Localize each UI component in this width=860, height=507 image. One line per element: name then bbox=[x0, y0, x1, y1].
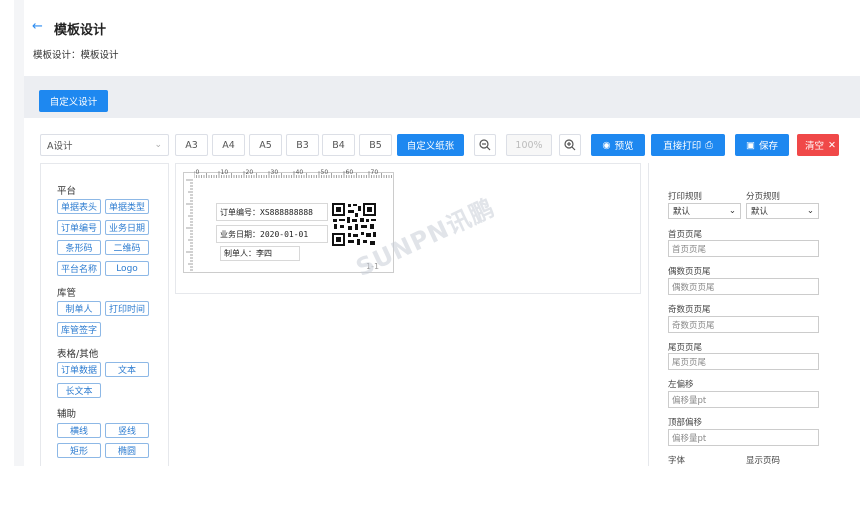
maker-field[interactable]: 制单人：李四 bbox=[220, 246, 300, 261]
group-title-warehouse: 库管 bbox=[57, 288, 77, 299]
top-offset-input[interactable]: 偏移量pt bbox=[668, 429, 819, 446]
chevron-down-icon: ⌄ bbox=[154, 140, 162, 150]
ruler-label: 70 bbox=[371, 169, 379, 176]
zoom-in-icon bbox=[564, 139, 576, 151]
left-offset-input[interactable]: 偏移量pt bbox=[668, 391, 819, 408]
print-rule-value: 默认 bbox=[673, 207, 691, 217]
tool-warehouse-signature[interactable]: 库管签字 bbox=[57, 322, 101, 337]
tool-business-date[interactable]: 业务日期 bbox=[105, 220, 149, 235]
first-page-footer-input[interactable]: 首页页尾 bbox=[668, 240, 819, 257]
chevron-down-icon: ⌄ bbox=[806, 206, 814, 216]
tool-rectangle[interactable]: 矩形 bbox=[57, 443, 101, 458]
clear-label: 清空 bbox=[805, 141, 825, 152]
order-number-field[interactable]: 订单编号：XS888888888 bbox=[216, 203, 328, 221]
action-band bbox=[24, 76, 860, 118]
tool-platform-name[interactable]: 平台名称 bbox=[57, 261, 101, 276]
direct-print-button[interactable]: 直接打印 ⎙ bbox=[651, 134, 725, 156]
paper-b4-button[interactable]: B4 bbox=[322, 134, 355, 156]
tool-maker[interactable]: 制单人 bbox=[57, 301, 101, 316]
left-strip bbox=[14, 0, 24, 466]
page-rule-select[interactable]: 默认 ⌄ bbox=[746, 203, 819, 219]
ruler-label: 0 bbox=[196, 169, 200, 176]
preview-button[interactable]: ◉ 预览 bbox=[591, 134, 645, 156]
direct-print-label: 直接打印 bbox=[663, 141, 702, 152]
clear-button[interactable]: 清空 ✕ bbox=[797, 134, 839, 156]
eye-icon: ◉ bbox=[602, 139, 611, 151]
first-page-footer-label: 首页页尾 bbox=[668, 230, 703, 240]
paper-a4-button[interactable]: A4 bbox=[212, 134, 245, 156]
tool-logo[interactable]: Logo bbox=[105, 261, 149, 276]
ruler-label: 10 bbox=[221, 169, 229, 176]
save-icon: ▣ bbox=[746, 139, 755, 151]
print-rule-select[interactable]: 默认 ⌄ bbox=[668, 203, 741, 219]
zoom-out-icon bbox=[479, 139, 491, 151]
page-header bbox=[24, 0, 860, 76]
ruler-label: 20 bbox=[246, 169, 254, 176]
last-page-footer-label: 尾页页尾 bbox=[668, 343, 703, 353]
back-arrow-icon[interactable]: ← bbox=[32, 19, 43, 34]
custom-design-button[interactable]: 自定义设计 bbox=[39, 90, 108, 112]
business-date-field[interactable]: 业务日期：2020-01-01 bbox=[216, 225, 328, 243]
odd-page-footer-label: 奇数页页尾 bbox=[668, 305, 711, 315]
top-ruler: 0 10 20 30 40 50 60 70 bbox=[194, 169, 392, 178]
chevron-down-icon: ⌄ bbox=[728, 206, 736, 216]
even-page-footer-input[interactable]: 偶数页页尾 bbox=[668, 278, 819, 295]
ruler-label: 60 bbox=[346, 169, 354, 176]
ruler-label: 50 bbox=[321, 169, 329, 176]
group-title-platform: 平台 bbox=[57, 186, 77, 197]
save-label: 保存 bbox=[758, 141, 778, 152]
tool-long-text[interactable]: 长文本 bbox=[57, 383, 101, 398]
odd-page-footer-input[interactable]: 奇数页页尾 bbox=[668, 316, 819, 333]
zoom-out-button[interactable] bbox=[474, 134, 496, 156]
font-label: 字体 bbox=[668, 456, 686, 466]
close-icon: ✕ bbox=[828, 139, 836, 151]
tool-order-data[interactable]: 订单数据 bbox=[57, 362, 101, 377]
even-page-footer-label: 偶数页页尾 bbox=[668, 267, 711, 277]
save-button[interactable]: ▣ 保存 bbox=[735, 134, 789, 156]
page-rule-label: 分页规则 bbox=[746, 192, 781, 202]
tool-print-time[interactable]: 打印时间 bbox=[105, 301, 149, 316]
paper-b3-button[interactable]: B3 bbox=[286, 134, 319, 156]
left-offset-label: 左偏移 bbox=[668, 380, 694, 390]
paper-a3-button[interactable]: A3 bbox=[175, 134, 208, 156]
template-select-value: A设计 bbox=[47, 141, 73, 152]
page-title: 模板设计 bbox=[54, 23, 107, 38]
tool-ellipse[interactable]: 椭圆 bbox=[105, 443, 149, 458]
tool-barcode[interactable]: 条形码 bbox=[57, 240, 101, 255]
show-page-number-label: 显示页码 bbox=[746, 456, 781, 466]
ruler-label: 30 bbox=[271, 169, 279, 176]
paper-a5-button[interactable]: A5 bbox=[249, 134, 282, 156]
tool-horizontal-line[interactable]: 横线 bbox=[57, 423, 101, 438]
group-title-table-other: 表格/其他 bbox=[57, 349, 99, 360]
ruler-label: 40 bbox=[296, 169, 304, 176]
zoom-in-button[interactable] bbox=[559, 134, 581, 156]
tool-qrcode[interactable]: 二维码 bbox=[105, 240, 149, 255]
print-rule-label: 打印规则 bbox=[668, 192, 703, 202]
template-select[interactable]: A设计 ⌄ bbox=[40, 134, 169, 156]
printer-icon: ⎙ bbox=[705, 139, 713, 151]
tool-text[interactable]: 文本 bbox=[105, 362, 149, 377]
left-ruler bbox=[186, 179, 193, 271]
tool-order-type[interactable]: 单据类型 bbox=[105, 199, 149, 214]
group-title-auxiliary: 辅助 bbox=[57, 409, 77, 420]
tool-vertical-line[interactable]: 竖线 bbox=[105, 423, 149, 438]
preview-label: 预览 bbox=[614, 141, 634, 152]
tool-order-number[interactable]: 订单编号 bbox=[57, 220, 101, 235]
top-offset-label: 顶部偏移 bbox=[668, 418, 703, 428]
breadcrumb: 模板设计：模板设计 bbox=[33, 50, 119, 61]
zoom-level: 100% bbox=[506, 134, 552, 156]
paper-b5-button[interactable]: B5 bbox=[359, 134, 392, 156]
page-rule-value: 默认 bbox=[751, 207, 769, 217]
tool-order-header[interactable]: 单据表头 bbox=[57, 199, 101, 214]
last-page-footer-input[interactable]: 尾页页尾 bbox=[668, 353, 819, 370]
custom-paper-button[interactable]: 自定义纸张 bbox=[397, 134, 464, 156]
